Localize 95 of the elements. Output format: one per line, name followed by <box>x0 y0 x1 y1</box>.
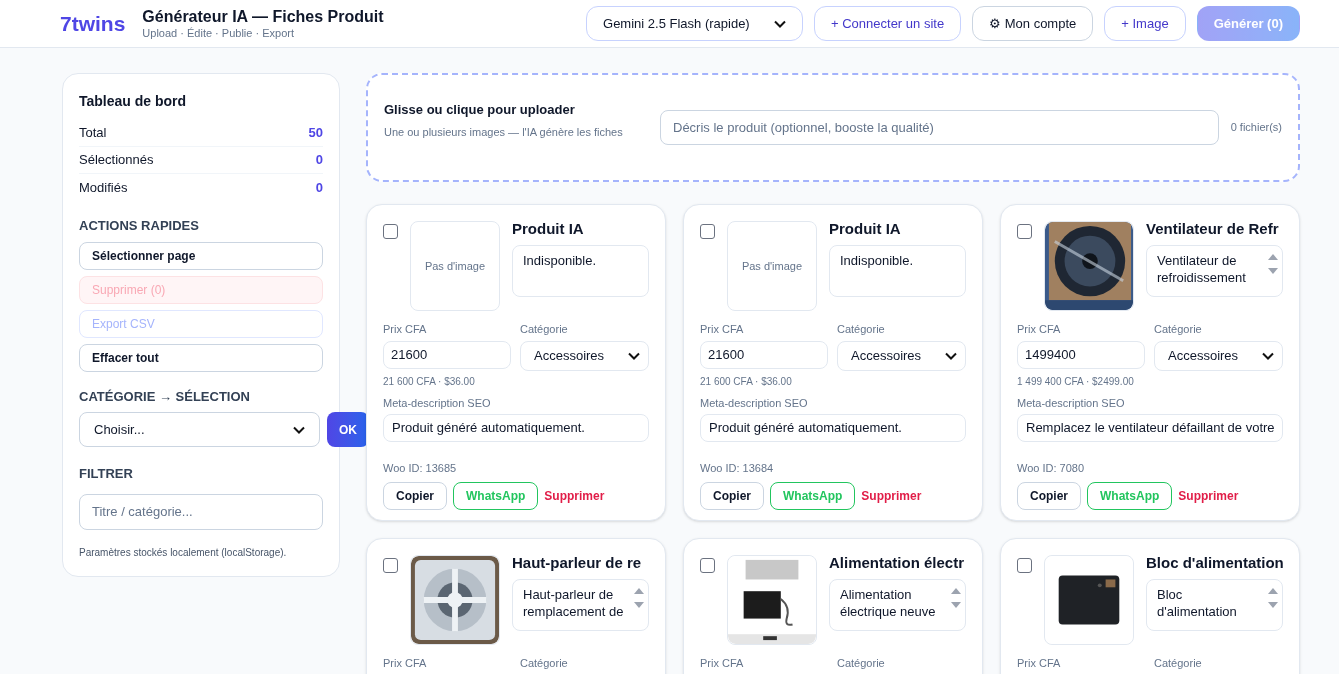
price-conversion: 21 600 CFA · $36.00 <box>383 375 476 389</box>
action-button[interactable]: Effacer tout <box>79 343 323 372</box>
no-image-text: Pas d'image <box>424 258 486 274</box>
description-field[interactable]: Alimentation électrique neuve <box>829 579 966 631</box>
meta-field[interactable]: Produit généré automatiquement. <box>700 413 966 442</box>
panel-title: Tableau de bord <box>79 92 188 111</box>
product-title: Alimentation électr <box>829 553 966 573</box>
price-conversion: 1 499 400 CFA · $2499.00 <box>1017 375 1135 389</box>
ok-button[interactable]: OK <box>327 412 369 447</box>
no-image-text: Pas d'image <box>741 258 803 274</box>
upload-title: Glisse ou clique pour uploader <box>384 101 576 120</box>
copy-button[interactable]: Copier <box>383 482 447 510</box>
field-label: Prix CFA <box>700 322 745 337</box>
stat-value: 0 <box>315 151 323 170</box>
category-select[interactable]: Accessoires <box>1154 341 1283 371</box>
app-subtitle: Upload · Édite · Publie · Export <box>142 27 295 40</box>
category-select[interactable]: Accessoires <box>520 341 649 371</box>
upload-hint: Une ou plusieurs images — l'IA génère les fiches <box>384 124 624 140</box>
stat-label: Sélectionnés <box>79 151 154 170</box>
scroll-arrows-icon <box>1268 588 1278 608</box>
price-field[interactable]: 21600 <box>383 341 511 369</box>
field-label: Prix CFA <box>1017 322 1062 337</box>
header-button[interactable]: + Image <box>1104 6 1186 41</box>
price-field[interactable]: 1499400 <box>1017 341 1145 369</box>
app-title: Générateur IA — Fiches Produit <box>142 7 384 27</box>
chevron-icon <box>293 425 305 434</box>
filter-field[interactable]: Titre / catégorie... <box>79 493 323 530</box>
field-label: Prix CFA <box>1017 656 1062 671</box>
checkbox[interactable] <box>700 558 715 573</box>
field-label: Catégorie <box>837 322 886 337</box>
upload-dropzone[interactable]: Glisse ou clique pour uploader Une ou plusieurs images — l'IA génère les fiches Décris le produit (optionnel, booste la qualité) 0 fichier(s) <box>366 73 1300 182</box>
section-heading: FILTRER <box>79 465 134 483</box>
category-select[interactable]: Accessoires <box>837 341 966 371</box>
chevron-icon <box>774 19 786 28</box>
description-field[interactable]: Décris le produit (optionnel, booste la qualité) <box>660 110 1219 145</box>
field-label: Prix CFA <box>700 656 745 671</box>
logo[interactable]: 7twins <box>60 7 126 40</box>
section-heading: ACTIONS RAPIDES <box>79 217 200 235</box>
action-button[interactable]: Sélectionner page <box>79 241 323 270</box>
description-field[interactable]: Ventilateur de refroidissement <box>1146 245 1283 297</box>
field-label: Catégorie <box>837 656 886 671</box>
checkbox[interactable] <box>1017 558 1032 573</box>
checkbox[interactable] <box>383 558 398 573</box>
scroll-arrows-icon <box>634 588 644 608</box>
stat-label: Modifiés <box>79 178 128 197</box>
product-title: Produit IA <box>512 219 585 239</box>
woo-id: Woo ID: 13685 <box>383 460 458 476</box>
chevron-icon <box>628 352 640 360</box>
checkbox[interactable] <box>700 224 715 239</box>
file-count: 0 fichier(s) <box>1230 120 1282 136</box>
scroll-arrows-icon <box>951 588 961 608</box>
product-title: Produit IA <box>829 219 902 239</box>
delete-link[interactable]: Supprimer <box>1178 487 1239 505</box>
product-title: Haut-parleur de re <box>512 553 643 573</box>
field-label: Catégorie <box>520 322 569 337</box>
meta-field[interactable]: Produit généré automatiquement. <box>383 413 649 442</box>
image-field[interactable]: Pas d'image <box>410 221 500 311</box>
header-button[interactable]: ⚙ Mon compte <box>972 6 1094 41</box>
model-select[interactable]: Gemini 2.5 Flash (rapide) <box>586 6 803 41</box>
field-label: Meta-description SEO <box>700 396 809 411</box>
field-label: Catégorie <box>1154 656 1203 671</box>
description-field[interactable]: Haut-parleur de remplacement de <box>512 579 649 631</box>
footnote: Paramètres stockés localement (localStorage). <box>79 545 288 560</box>
woo-id: Woo ID: 7080 <box>1017 460 1086 476</box>
stat-label: Total <box>79 124 107 143</box>
stat-value: 50 <box>308 124 323 143</box>
description-field[interactable]: Bloc d'alimentation <box>1146 579 1283 631</box>
delete-link[interactable]: Supprimer <box>544 487 605 505</box>
field-label: Catégorie <box>520 656 569 671</box>
delete-link[interactable]: Supprimer <box>861 487 922 505</box>
field-label: Prix CFA <box>383 322 428 337</box>
woo-id: Woo ID: 13684 <box>700 460 775 476</box>
product-title: Bloc d'alimentation <box>1146 553 1283 573</box>
stat-value: 0 <box>315 178 323 197</box>
category-select[interactable]: Choisir... <box>79 412 320 447</box>
meta-field[interactable]: Remplacez le ventilateur défaillant de votre <box>1017 413 1283 442</box>
description-field[interactable]: Indisponible. <box>829 245 966 297</box>
field-label: Prix CFA <box>383 656 428 671</box>
copy-button[interactable]: Copier <box>700 482 764 510</box>
field-label: Catégorie <box>1154 322 1203 337</box>
description-field[interactable]: Indisponible. <box>512 245 649 297</box>
price-conversion: 21 600 CFA · $36.00 <box>700 375 793 389</box>
field-label: Meta-description SEO <box>383 396 492 411</box>
product-title: Ventilateur de Refr <box>1146 219 1280 239</box>
header-button[interactable]: + Connecter un site <box>814 6 962 41</box>
copy-button[interactable]: Copier <box>1017 482 1081 510</box>
image-field[interactable]: Pas d'image <box>727 221 817 311</box>
checkbox[interactable] <box>1017 224 1032 239</box>
checkbox[interactable] <box>383 224 398 239</box>
chevron-icon <box>1262 352 1274 360</box>
scroll-arrows-icon <box>1268 254 1278 274</box>
chevron-icon <box>945 352 957 360</box>
section-heading: CATÉGORIE → SÉLECTION <box>79 387 251 406</box>
price-field[interactable]: 21600 <box>700 341 828 369</box>
field-label: Meta-description SEO <box>1017 396 1126 411</box>
